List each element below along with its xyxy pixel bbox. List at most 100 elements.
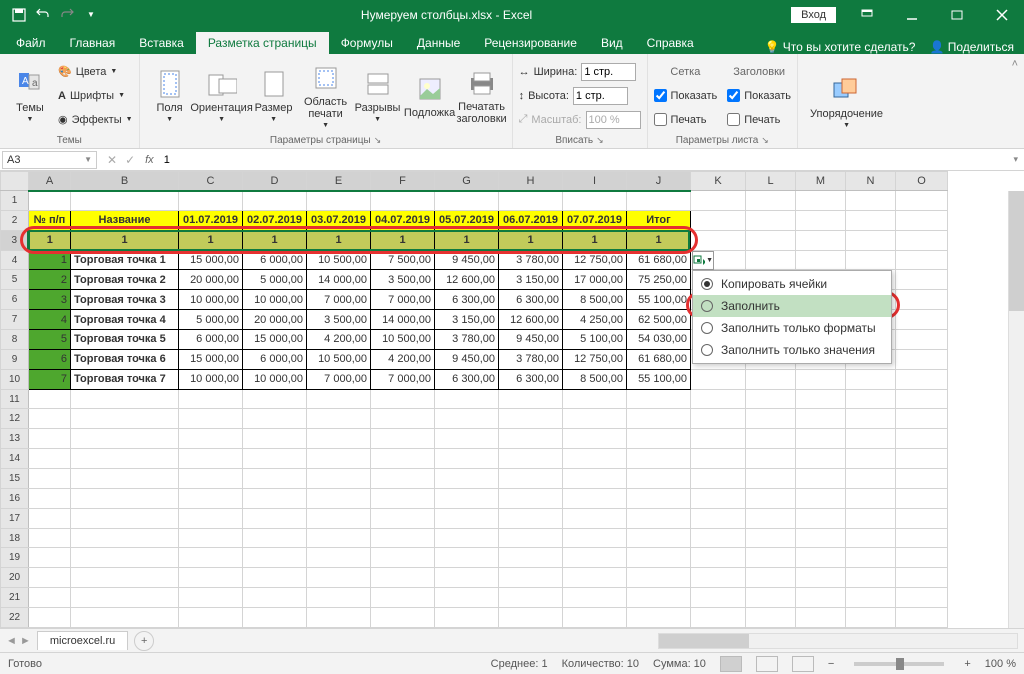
horizontal-scrollbar[interactable] — [658, 633, 1018, 649]
cell[interactable]: 62 500,00 — [627, 310, 691, 330]
cell[interactable]: 1 — [627, 230, 691, 250]
cell[interactable]: 9 450,00 — [435, 250, 499, 270]
cell[interactable] — [627, 469, 691, 489]
cell[interactable] — [796, 449, 846, 469]
cell[interactable]: 2 — [29, 270, 71, 290]
gridlines-view-checkbox[interactable]: Показать — [654, 85, 718, 107]
sheet-options-launcher-icon[interactable]: ↘ — [761, 135, 769, 146]
cell[interactable] — [746, 469, 796, 489]
add-sheet-button[interactable]: + — [134, 631, 154, 651]
cell[interactable] — [563, 508, 627, 528]
row-header[interactable]: 12 — [1, 409, 29, 429]
cell[interactable] — [796, 528, 846, 548]
tab-review[interactable]: Рецензирование — [472, 32, 589, 54]
cell[interactable] — [435, 568, 499, 588]
cell[interactable]: 12 600,00 — [435, 270, 499, 290]
cell[interactable] — [307, 528, 371, 548]
page-setup-launcher-icon[interactable]: ↘ — [374, 135, 382, 146]
cell[interactable] — [627, 191, 691, 211]
cell[interactable] — [499, 588, 563, 608]
cell[interactable]: 20 000,00 — [179, 270, 243, 290]
autofill-formats-only[interactable]: Заполнить только форматы — [693, 317, 891, 339]
cell[interactable] — [896, 369, 948, 389]
cell[interactable] — [307, 588, 371, 608]
cell[interactable] — [29, 389, 71, 409]
cell[interactable] — [846, 409, 896, 429]
cell[interactable]: № п/п — [29, 210, 71, 230]
cell[interactable] — [691, 191, 746, 211]
cell[interactable]: Торговая точка 7 — [71, 369, 179, 389]
cell[interactable] — [179, 568, 243, 588]
column-header[interactable]: M — [796, 172, 846, 191]
cell[interactable] — [243, 528, 307, 548]
cell[interactable]: 7 000,00 — [307, 369, 371, 389]
cell[interactable] — [243, 409, 307, 429]
cell[interactable] — [71, 568, 179, 588]
cell[interactable]: 10 500,00 — [307, 250, 371, 270]
cell[interactable]: Итог — [627, 210, 691, 230]
row-header[interactable]: 2 — [1, 210, 29, 230]
cell[interactable] — [29, 449, 71, 469]
cell[interactable] — [846, 230, 896, 250]
cell[interactable] — [179, 528, 243, 548]
cell[interactable] — [691, 608, 746, 628]
cell[interactable] — [371, 548, 435, 568]
cell[interactable] — [746, 369, 796, 389]
cell[interactable] — [896, 290, 948, 310]
cell[interactable]: 54 030,00 — [627, 330, 691, 350]
cell[interactable] — [846, 191, 896, 211]
tab-home[interactable]: Главная — [58, 32, 128, 54]
row-header[interactable]: 9 — [1, 349, 29, 369]
cell[interactable]: 6 — [29, 349, 71, 369]
cell[interactable] — [71, 528, 179, 548]
name-box[interactable]: A3▼ — [2, 151, 97, 169]
cell[interactable] — [746, 508, 796, 528]
page-layout-view-icon[interactable] — [756, 656, 778, 672]
cell[interactable] — [499, 548, 563, 568]
cell[interactable] — [371, 568, 435, 588]
cell[interactable] — [563, 608, 627, 628]
cell[interactable]: 02.07.2019 — [243, 210, 307, 230]
cell[interactable]: 17 000,00 — [563, 270, 627, 290]
cell[interactable] — [371, 389, 435, 409]
tab-help[interactable]: Справка — [635, 32, 706, 54]
qat-dropdown-icon[interactable]: ▼ — [80, 4, 102, 26]
cell[interactable] — [796, 469, 846, 489]
cell[interactable]: 20 000,00 — [243, 310, 307, 330]
autofill-options-button[interactable]: ▼ — [692, 251, 714, 270]
row-header[interactable]: 5 — [1, 270, 29, 290]
cell[interactable] — [846, 250, 896, 270]
cell[interactable] — [746, 389, 796, 409]
minimize-icon[interactable] — [889, 0, 934, 29]
autofill-fill[interactable]: Заполнить — [693, 295, 891, 317]
collapse-ribbon-icon[interactable]: ˄ — [1012, 58, 1018, 70]
cell[interactable] — [307, 409, 371, 429]
zoom-level[interactable]: 100 % — [985, 658, 1016, 670]
row-header[interactable]: 6 — [1, 290, 29, 310]
cell[interactable]: 10 000,00 — [179, 290, 243, 310]
cell[interactable] — [29, 488, 71, 508]
cell[interactable]: 7 000,00 — [307, 290, 371, 310]
cell[interactable] — [499, 409, 563, 429]
cell[interactable] — [691, 568, 746, 588]
cell[interactable] — [435, 449, 499, 469]
row-header[interactable]: 13 — [1, 429, 29, 449]
cell[interactable] — [746, 528, 796, 548]
cell[interactable] — [179, 389, 243, 409]
zoom-out-button[interactable]: − — [828, 658, 834, 670]
cell[interactable] — [746, 250, 796, 270]
cell[interactable] — [371, 469, 435, 489]
cell[interactable] — [179, 429, 243, 449]
cell[interactable] — [627, 389, 691, 409]
worksheet-grid[interactable]: ABCDEFGHIJKLMNO 12№ п/пНазвание01.07.201… — [0, 171, 1024, 628]
cell[interactable]: 61 680,00 — [627, 250, 691, 270]
cell[interactable] — [307, 508, 371, 528]
cell[interactable] — [71, 488, 179, 508]
page-break-view-icon[interactable] — [792, 656, 814, 672]
cell[interactable] — [691, 469, 746, 489]
cell[interactable] — [307, 429, 371, 449]
size-button[interactable]: Размер▼ — [250, 58, 298, 133]
cell[interactable] — [691, 389, 746, 409]
cell[interactable] — [243, 449, 307, 469]
cell[interactable] — [435, 191, 499, 211]
